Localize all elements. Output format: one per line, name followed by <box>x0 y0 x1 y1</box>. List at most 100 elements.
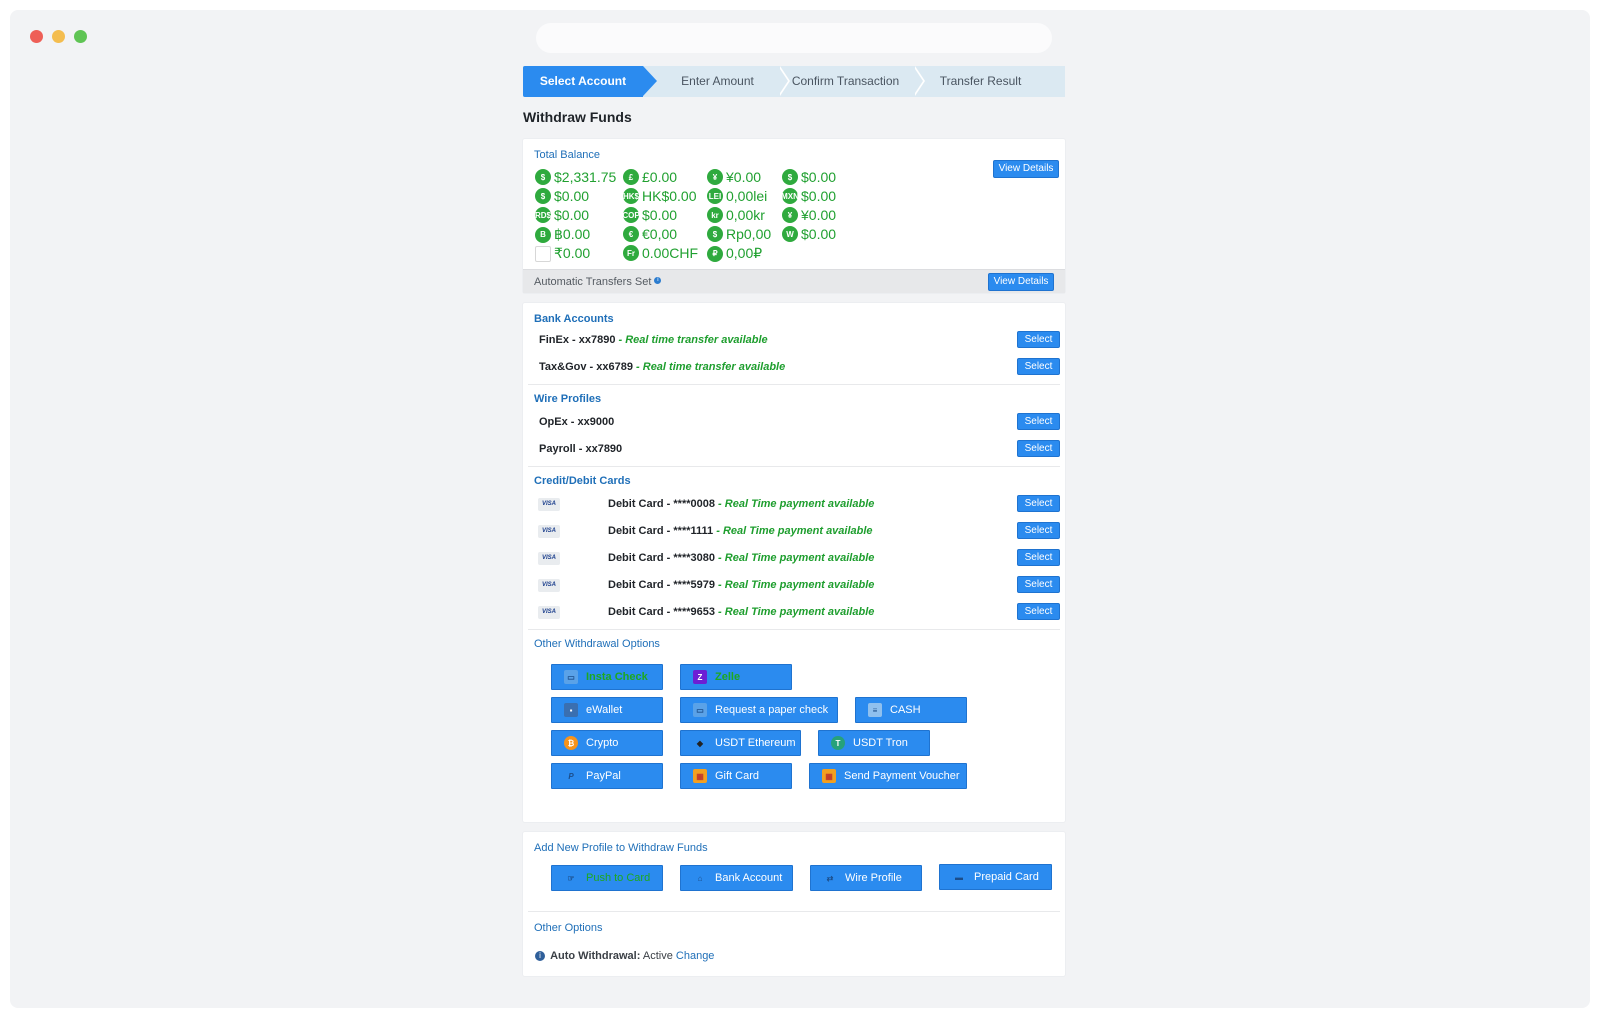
visa-icon: VISA <box>538 525 560 538</box>
select-button[interactable]: Select <box>1017 522 1060 539</box>
select-button[interactable]: Select <box>1017 576 1060 593</box>
change-auto-withdrawal-link[interactable]: Change <box>676 950 715 962</box>
currency-icon: B <box>535 226 551 243</box>
currency-icon: € <box>623 226 639 242</box>
add-wire-profile-button[interactable]: ⇄ Wire Profile <box>810 865 922 891</box>
select-button[interactable]: Select <box>1017 440 1060 457</box>
wallet-icon: ▪ <box>564 703 578 717</box>
select-button[interactable]: Select <box>1017 549 1060 566</box>
balance-item: MXN $0.00 <box>781 188 836 204</box>
automatic-transfers-label: Automatic Transfers Set i <box>534 276 662 288</box>
usdt-ethereum-button[interactable]: ◆ USDT Ethereum <box>680 730 801 756</box>
view-auto-transfers-button[interactable]: View Details <box>988 273 1054 291</box>
gift-card-button[interactable]: ▦ Gift Card <box>680 763 792 789</box>
currency-icon: W <box>782 226 798 242</box>
request-paper-check-button[interactable]: ▭ Request a paper check <box>680 697 838 723</box>
address-bar[interactable] <box>536 23 1052 53</box>
card-icon: ▬ <box>955 872 963 882</box>
crypto-button[interactable]: ₿ Crypto <box>551 730 663 756</box>
bank-icon: ⌂ <box>697 873 703 883</box>
total-balance: Total Balance View Details $ $2,331.75 £ £0… <box>523 139 1065 269</box>
other-withdrawal-title: Other Withdrawal Options <box>534 638 660 650</box>
balance-item: HK$ HK$0.00 <box>623 188 696 204</box>
view-balance-details-button[interactable]: View Details <box>993 160 1059 178</box>
availability-note: Real time transfer available <box>642 361 786 373</box>
add-profile-options: ☞ Push to Card ⌂ Bank Account ⇄ Wire Pro… <box>523 856 1065 908</box>
account-row: OpEx - xx9000 Select <box>523 409 1065 436</box>
close-window-button[interactable] <box>30 30 43 43</box>
bank-accounts-title: Bank Accounts <box>534 313 614 325</box>
select-button[interactable]: Select <box>1017 331 1060 348</box>
select-button[interactable]: Select <box>1017 603 1060 620</box>
balance-amount: $0.00 <box>642 207 678 223</box>
minimize-window-button[interactable] <box>52 30 65 43</box>
account-name: Debit Card - ****0008 <box>608 498 715 510</box>
balance-item: B ฿0.00 <box>535 226 590 243</box>
withdraw-sources-card: Bank Accounts FinEx - xx7890 - Real time… <box>523 303 1065 822</box>
step-confirm-transaction: Confirm Transaction <box>791 74 900 88</box>
step-enter-amount: Enter Amount <box>681 74 754 88</box>
balance-item: £ £0.00 <box>623 169 677 185</box>
transfer-icon: ⇄ <box>826 873 834 883</box>
select-button[interactable]: Select <box>1017 358 1060 375</box>
currency-icon: ₽ <box>707 245 723 262</box>
availability-note: Real Time payment available <box>722 525 873 537</box>
balance-item: $ $0.00 <box>535 188 589 204</box>
balance-item: W $0.00 <box>782 226 836 242</box>
balance-amount: 0,00kr <box>726 207 765 223</box>
availability-note: Real Time payment available <box>724 498 875 510</box>
gift-icon: ▦ <box>693 769 707 783</box>
account-name: Debit Card - ****9653 <box>608 606 715 618</box>
account-name: Debit Card - ****5979 <box>608 579 715 591</box>
balance-amount: ¥0.00 <box>801 207 837 223</box>
auto-withdrawal-setting: i Auto Withdrawal: Active Change <box>535 950 714 962</box>
account-name: Tax&Gov - xx6789 <box>539 361 633 373</box>
cash-button[interactable]: ≡ CASH <box>855 697 967 723</box>
paypal-icon: P <box>568 771 574 781</box>
usdt-tron-button[interactable]: T USDT Tron <box>818 730 930 756</box>
balance-item: LEI 0,00lei <box>707 188 767 204</box>
availability-note: Real Time payment available <box>724 552 875 564</box>
withdraw-page: Select Account Enter Amount Confirm Tran… <box>523 65 1065 976</box>
balance-item: COP $0.00 <box>622 207 678 223</box>
balance-item: € €0,00 <box>623 226 677 242</box>
select-button[interactable]: Select <box>1017 495 1060 512</box>
maximize-window-button[interactable] <box>74 30 87 43</box>
balance-amount: $0.00 <box>554 207 590 223</box>
step-transfer-result: Transfer Result <box>939 74 1022 88</box>
add-bank-account-button[interactable]: ⌂ Bank Account <box>680 865 793 891</box>
ewallet-button[interactable]: ▪ eWallet <box>551 697 663 723</box>
auto-withdrawal-status: Active <box>642 950 673 962</box>
balance-amount: 0,00lei <box>726 188 768 204</box>
balance-amount: Rp0,00 <box>726 226 772 242</box>
card-row: VISA Debit Card - ****0008 - Real Time pa… <box>523 491 1065 518</box>
currency-icon: ¥ <box>707 169 723 185</box>
wire-profiles-list: OpEx - xx9000 Select Payroll - xx7890 Selec… <box>523 409 1065 463</box>
add-prepaid-card-button[interactable]: ▬ Prepaid Card <box>939 864 1052 890</box>
currency-icon: LEI <box>707 188 723 204</box>
visa-icon: VISA <box>538 498 560 511</box>
card-row: VISA Debit Card - ****1111 - Real Time pa… <box>523 518 1065 545</box>
balance-item: RD$ $0.00 <box>535 207 589 223</box>
zelle-button[interactable]: Z Zelle <box>680 664 792 690</box>
push-to-card-button[interactable]: ☞ Push to Card <box>551 865 663 891</box>
insta-check-button[interactable]: ▭ Insta Check <box>551 664 663 690</box>
info-icon[interactable]: i <box>654 277 662 284</box>
balance-amount: £0.00 <box>642 169 678 185</box>
balance-amount: ¥0.00 <box>726 169 762 185</box>
page-title: Withdraw Funds <box>523 109 632 125</box>
paypal-button[interactable]: P PayPal <box>551 763 663 789</box>
balance-item: kr 0,00kr <box>707 207 765 223</box>
select-button[interactable]: Select <box>1017 413 1060 430</box>
currency-icon: HK$ <box>623 188 639 204</box>
add-profile-card: Add New Profile to Withdraw Funds ☞ Push… <box>523 832 1065 976</box>
ethereum-icon: ◆ <box>696 738 704 748</box>
browser-window: Select Account Enter Amount Confirm Tran… <box>10 10 1590 1008</box>
info-icon: i <box>535 951 545 961</box>
zelle-icon: Z <box>693 670 707 684</box>
account-row: FinEx - xx7890 - Real time transfer avai… <box>523 327 1065 354</box>
balance-amount: ฿0.00 <box>554 226 591 242</box>
currency-icon: RD$ <box>535 207 551 223</box>
send-payment-voucher-button[interactable]: ▦ Send Payment Voucher <box>809 763 967 789</box>
currency-icon: kr <box>707 207 723 223</box>
